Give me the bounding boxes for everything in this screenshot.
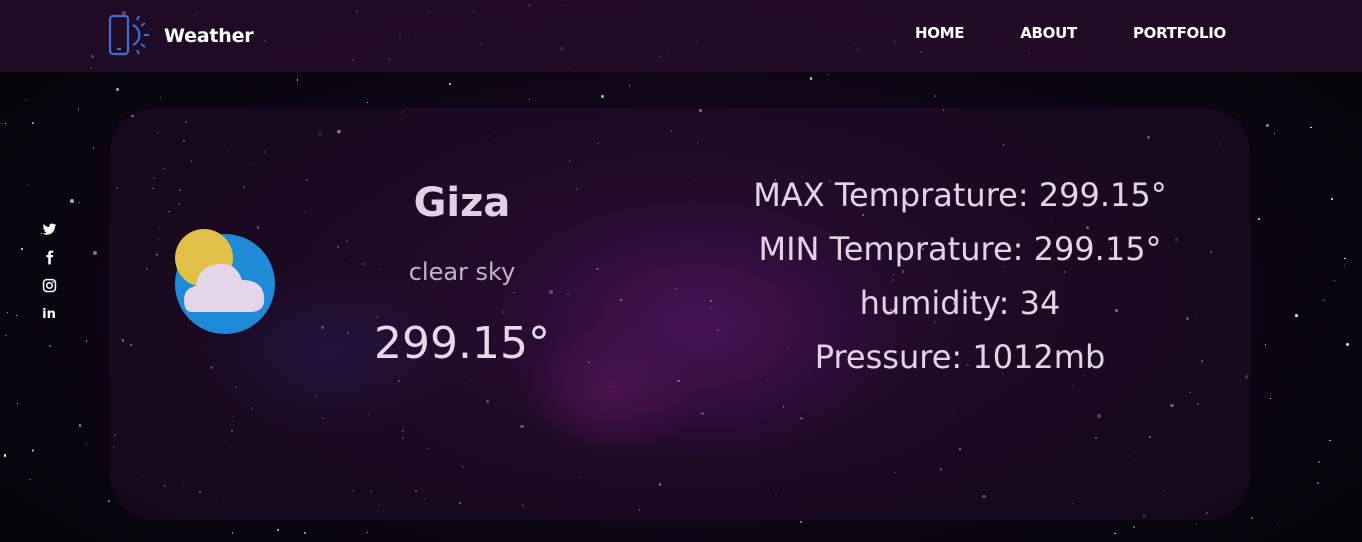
star (1322, 299, 1324, 301)
star (277, 528, 279, 531)
main-nav: HOME ABOUT PORTFOLIO (859, 24, 1226, 42)
star (78, 424, 82, 427)
star (77, 108, 80, 110)
partly-cloudy-icon (175, 229, 275, 334)
star (108, 500, 110, 502)
star (231, 532, 234, 534)
weather-description: clear sky (408, 258, 516, 286)
star (4, 122, 7, 125)
star (4, 454, 7, 457)
star (1316, 482, 1319, 485)
star (17, 403, 19, 405)
star (29, 478, 31, 481)
star (1250, 517, 1253, 519)
nav-home[interactable]: HOME (915, 24, 965, 42)
star (1132, 526, 1135, 529)
star (449, 82, 451, 85)
pressure: Pressure: 1012mb (814, 338, 1106, 376)
star (1257, 217, 1260, 220)
star (1265, 344, 1267, 346)
star (296, 79, 299, 82)
city-name: Giza (413, 180, 511, 226)
star (1329, 439, 1331, 442)
star (1265, 123, 1270, 128)
star (1343, 265, 1345, 267)
star (366, 101, 369, 104)
page: Weather HOME ABOUT PORTFOLIO in Giza cle… (0, 0, 1362, 542)
navbar: Weather HOME ABOUT PORTFOLIO (0, 0, 1362, 72)
instagram-icon[interactable] (40, 278, 58, 296)
current-temperature: 299.15° (374, 318, 550, 369)
star (6, 311, 8, 313)
star (1196, 523, 1198, 525)
star (303, 531, 306, 534)
star (49, 345, 52, 347)
star (601, 95, 604, 98)
star (828, 74, 830, 76)
star (1333, 279, 1335, 281)
star (21, 248, 24, 251)
weather-details: MAX Temprature: 299.15° MIN Temprature: … (740, 172, 1180, 388)
star (1346, 342, 1350, 347)
star (15, 314, 18, 317)
star (85, 340, 88, 343)
star (159, 96, 162, 98)
star (366, 532, 368, 534)
star (800, 520, 802, 523)
star (31, 122, 34, 125)
star (1344, 258, 1346, 260)
brand[interactable]: Weather (106, 14, 254, 58)
star (629, 84, 631, 86)
star (79, 202, 81, 204)
brand-text: Weather (164, 25, 254, 47)
min-temperature: MIN Temprature: 299.15° (758, 230, 1162, 268)
max-temperature: MAX Temprature: 299.15° (753, 176, 1167, 214)
star (1310, 127, 1312, 129)
social-links: in (40, 222, 60, 334)
star (115, 88, 119, 92)
star (24, 98, 26, 100)
star (1269, 397, 1272, 400)
star (92, 147, 95, 149)
phone-sun-icon (108, 14, 149, 56)
star (934, 95, 936, 97)
star (86, 442, 88, 444)
star (5, 334, 7, 337)
star (93, 251, 97, 255)
nav-portfolio[interactable]: PORTFOLIO (1133, 24, 1226, 42)
star (529, 99, 531, 101)
nav-about[interactable]: ABOUT (1020, 24, 1077, 42)
star (810, 77, 813, 80)
linkedin-icon[interactable]: in (40, 306, 58, 324)
star (1294, 314, 1298, 317)
humidity: humidity: 34 (859, 284, 1061, 322)
star (1114, 532, 1116, 535)
facebook-icon[interactable] (40, 250, 58, 268)
star (1273, 133, 1275, 135)
star (70, 199, 74, 203)
star (26, 183, 28, 185)
twitter-icon[interactable] (40, 222, 58, 240)
star (1277, 523, 1279, 525)
star (1318, 461, 1320, 463)
star (31, 448, 35, 452)
star (1331, 198, 1333, 200)
